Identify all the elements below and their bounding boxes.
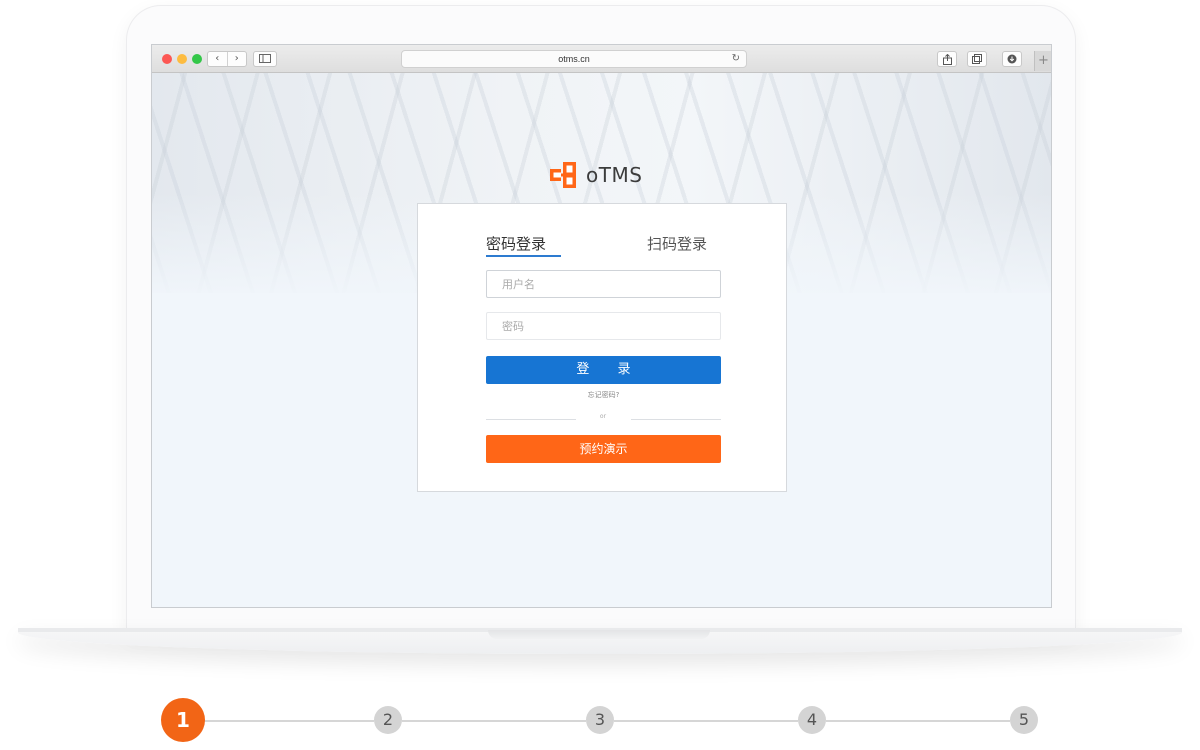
share-icon [942, 53, 952, 65]
forward-button[interactable]: › [228, 52, 247, 66]
login-button[interactable]: 登 录 [486, 356, 721, 384]
tabs-icon [972, 54, 982, 64]
navigation-buttons: ‹ › [207, 51, 247, 67]
address-bar[interactable]: otms.cn ↻ [401, 50, 747, 68]
step-5[interactable]: 5 [1010, 706, 1038, 734]
share-button[interactable] [937, 51, 957, 67]
laptop-notch [488, 630, 710, 639]
close-window-button[interactable] [162, 54, 172, 64]
downloads-button[interactable] [1002, 51, 1022, 67]
tab-password-login[interactable]: 密码登录 [486, 233, 546, 254]
sidebar-icon [259, 54, 271, 63]
step-4[interactable]: 4 [798, 706, 826, 734]
divider-right [631, 419, 721, 420]
step-2[interactable]: 2 [374, 706, 402, 734]
divider-or-text: or [599, 413, 607, 420]
zoom-window-button[interactable] [192, 54, 202, 64]
step-connector [614, 720, 798, 722]
step-1[interactable]: 1 [161, 698, 205, 742]
tab-qr-login[interactable]: 扫码登录 [647, 233, 707, 254]
minimize-window-button[interactable] [177, 54, 187, 64]
book-demo-button[interactable]: 预约演示 [486, 435, 721, 463]
browser-window: ‹ › otms.cn ↻ + oTMS 密码登录 扫码登录 用户名 登 录 忘… [151, 44, 1052, 608]
login-page: oTMS 密码登录 扫码登录 登 录 忘记密码? or 预约演示 [152, 73, 1051, 607]
otms-logo-icon [550, 162, 576, 188]
password-input[interactable] [486, 312, 721, 340]
download-icon [1007, 54, 1017, 64]
step-3[interactable]: 3 [586, 706, 614, 734]
show-tabs-button[interactable] [967, 51, 987, 67]
divider-left [486, 419, 576, 420]
reload-icon[interactable]: ↻ [732, 51, 740, 67]
sidebar-toggle-button[interactable] [253, 51, 277, 67]
back-button[interactable]: ‹ [208, 52, 228, 66]
forgot-password-link[interactable]: 忘记密码? [486, 390, 721, 400]
new-tab-button[interactable]: + [1034, 51, 1051, 71]
username-input[interactable] [486, 270, 721, 298]
step-connector [204, 720, 374, 722]
brand-name: oTMS [586, 163, 643, 187]
step-connector [402, 720, 586, 722]
active-tab-indicator [486, 255, 561, 257]
url-text: otms.cn [558, 54, 590, 64]
step-connector [826, 720, 1010, 722]
browser-toolbar: ‹ › otms.cn ↻ + [152, 45, 1051, 73]
login-card: 密码登录 扫码登录 登 录 忘记密码? or 预约演示 [417, 203, 787, 492]
brand-logo: oTMS [550, 162, 642, 188]
